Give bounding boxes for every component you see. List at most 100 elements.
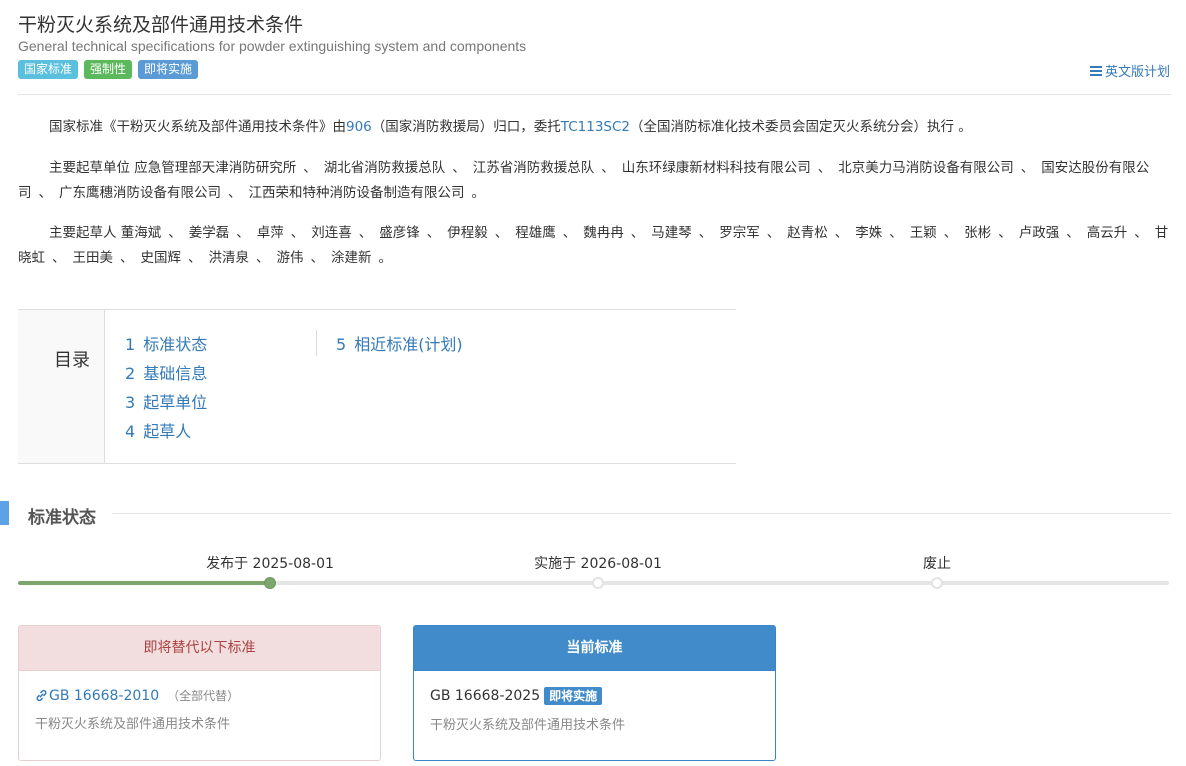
drafter-name: 游伟 bbox=[276, 250, 304, 266]
drafter-name: 刘连喜 bbox=[311, 225, 352, 241]
drafting-unit: 湖北省消防救援总队 bbox=[323, 160, 446, 176]
timeline-progress bbox=[18, 581, 270, 585]
drafter-name: 董海斌 bbox=[120, 225, 162, 241]
replaced-standard-link[interactable]: GB 16668-2010 bbox=[35, 688, 159, 704]
english-version-plan-link[interactable]: 英文版计划 bbox=[1089, 61, 1170, 80]
list-separator: 、 bbox=[630, 225, 645, 241]
list-separator: 。 bbox=[378, 250, 393, 266]
drafter-name: 涂建新 bbox=[331, 250, 372, 266]
table-of-contents: 目录 1 标准状态 2 基础信息 3 起草单位 4 起草人 5 相近标准(计划) bbox=[18, 309, 736, 464]
drafting-unit: 应急管理部天津消防研究所 bbox=[134, 160, 297, 176]
page-subtitle: General technical specifications for pow… bbox=[18, 38, 527, 54]
list-separator: 、 bbox=[256, 250, 270, 266]
page-title: 干粉灭火系统及部件通用技术条件 bbox=[18, 14, 304, 36]
list-separator: 、 bbox=[38, 185, 53, 201]
drafters-label: 主要起草人 bbox=[49, 225, 117, 241]
list-separator: 。 bbox=[471, 185, 486, 201]
current-card-header: 当前标准 bbox=[414, 626, 775, 671]
timeline-dot-abolished bbox=[931, 577, 943, 589]
drafting-units-label: 主要起草单位 bbox=[49, 160, 130, 176]
drafting-unit: 广东鹰穗消防设备有限公司 bbox=[59, 185, 221, 201]
timeline-label-effective: 实施于 2026-08-01 bbox=[534, 556, 662, 572]
list-separator: 、 bbox=[834, 225, 849, 241]
timeline-label-published: 发布于 2025-08-01 bbox=[206, 556, 334, 572]
toc-item-status[interactable]: 1 标准状态 bbox=[125, 330, 207, 359]
list-separator: 、 bbox=[889, 225, 903, 241]
english-version-plan-label: 英文版计划 bbox=[1104, 65, 1170, 80]
toc-item-basic-info[interactable]: 2 基础信息 bbox=[125, 359, 207, 388]
drafter-name: 李姝 bbox=[855, 225, 883, 241]
drafter-name: 罗宗军 bbox=[719, 225, 760, 241]
toc-heading-cell: 目录 bbox=[18, 310, 105, 463]
toc-heading: 目录 bbox=[54, 350, 90, 371]
section-divider bbox=[113, 513, 1171, 514]
drafter-name: 程雄鹰 bbox=[515, 225, 556, 241]
header-divider bbox=[18, 94, 1171, 95]
dept-code-link[interactable]: 906 bbox=[346, 119, 372, 135]
drafting-units-paragraph: 主要起草单位 应急管理部天津消防研究所、湖北省消防救援总队、江苏省消防救援总队、… bbox=[18, 156, 1171, 206]
upcoming-badge: 即将实施 bbox=[544, 687, 603, 705]
toc-column-right: 5 相近标准(计划) bbox=[336, 330, 463, 359]
list-separator: 、 bbox=[228, 185, 242, 201]
drafter-name: 卢政强 bbox=[1018, 225, 1060, 241]
list-separator: 、 bbox=[452, 160, 466, 176]
timeline-dot-published bbox=[264, 577, 276, 589]
toc-column-divider bbox=[316, 330, 317, 356]
list-separator: 、 bbox=[120, 250, 134, 266]
tag-list: 国家标准 强制性 即将实施 bbox=[18, 60, 199, 79]
drafter-name: 张彬 bbox=[964, 225, 992, 241]
toc-item-related-standards[interactable]: 5 相近标准(计划) bbox=[336, 330, 463, 359]
drafters-paragraph: 主要起草人 董海斌、姜学磊、卓萍、刘连喜、盛彦锋、伊程毅、程雄鹰、魏冉冉、马建琴… bbox=[18, 221, 1171, 271]
drafting-units-list: 应急管理部天津消防研究所、湖北省消防救援总队、江苏省消防救援总队、山东环绿康新材… bbox=[18, 160, 1149, 201]
drafter-name: 洪清泉 bbox=[208, 250, 250, 266]
intro-prefix: 国家标准《干粉灭火系统及部件通用技术条件》由 bbox=[49, 119, 346, 135]
list-separator: 、 bbox=[168, 225, 182, 241]
list-separator: 、 bbox=[562, 225, 577, 241]
tc-code-link[interactable]: TC113SC2 bbox=[561, 119, 630, 135]
list-separator: 、 bbox=[426, 225, 441, 241]
drafting-unit: 江苏省消防救援总队 bbox=[472, 160, 595, 176]
list-separator: 、 bbox=[303, 160, 317, 176]
list-separator: 、 bbox=[310, 250, 325, 266]
list-separator: 、 bbox=[290, 225, 305, 241]
drafter-name: 赵青松 bbox=[787, 225, 828, 241]
replaced-standard-name: 干粉灭火系统及部件通用技术条件 bbox=[35, 717, 231, 732]
drafter-name: 高云升 bbox=[1086, 225, 1128, 241]
list-separator: 、 bbox=[236, 225, 250, 241]
replace-note: （全部代替） bbox=[167, 689, 240, 703]
tag-national-standard: 国家标准 bbox=[18, 60, 79, 79]
tag-upcoming: 即将实施 bbox=[138, 60, 199, 79]
replaced-standard-card: 即将替代以下标准 GB 16668-2010 （全部代替） 干粉灭火系统及部件通… bbox=[18, 625, 381, 761]
section-accent-bar bbox=[0, 501, 9, 525]
drafter-name: 史国辉 bbox=[140, 250, 182, 266]
list-separator: 、 bbox=[1066, 225, 1080, 241]
list-separator: 、 bbox=[1020, 160, 1035, 176]
current-standard-name: 干粉灭火系统及部件通用技术条件 bbox=[430, 718, 626, 733]
tag-mandatory: 强制性 bbox=[84, 60, 133, 79]
timeline-dot-effective bbox=[592, 577, 604, 589]
intro-mid: （国家消防救援局）归口，委托 bbox=[371, 119, 561, 135]
toc-item-drafting-units[interactable]: 3 起草单位 bbox=[125, 388, 207, 417]
toc-item-drafters[interactable]: 4 起草人 bbox=[125, 417, 207, 446]
link-icon bbox=[36, 689, 47, 702]
list-separator: 、 bbox=[698, 225, 713, 241]
drafter-name: 王颖 bbox=[909, 225, 937, 241]
timeline-label-abolished: 废止 bbox=[923, 556, 951, 572]
list-separator: 、 bbox=[188, 250, 202, 266]
list-icon bbox=[1089, 65, 1102, 76]
drafting-unit: 江西荣和特种消防设备制造有限公司 bbox=[248, 185, 465, 201]
intro-paragraph: 国家标准《干粉灭火系统及部件通用技术条件》由906（国家消防救援局）归口，委托T… bbox=[18, 115, 1171, 140]
replaced-card-header: 即将替代以下标准 bbox=[19, 626, 380, 671]
drafter-name: 姜学磊 bbox=[188, 225, 230, 241]
list-separator: 、 bbox=[1134, 225, 1148, 241]
status-section-title: 标准状态 bbox=[28, 508, 96, 528]
current-standard-card: 当前标准 GB 16668-2025 即将实施 干粉灭火系统及部件通用技术条件 bbox=[413, 625, 776, 761]
replaced-standard-code: GB 16668-2010 bbox=[49, 687, 160, 704]
drafter-name: 马建琴 bbox=[651, 225, 692, 241]
intro-suffix: （全国消防标准化技术委员会固定灭火系统分会）执行 。 bbox=[630, 119, 972, 135]
drafter-name: 王田美 bbox=[72, 250, 114, 266]
list-separator: 、 bbox=[817, 160, 832, 176]
list-separator: 、 bbox=[494, 225, 509, 241]
drafter-name: 卓萍 bbox=[256, 225, 284, 241]
drafting-unit: 山东环绿康新材料科技有限公司 bbox=[621, 160, 811, 176]
